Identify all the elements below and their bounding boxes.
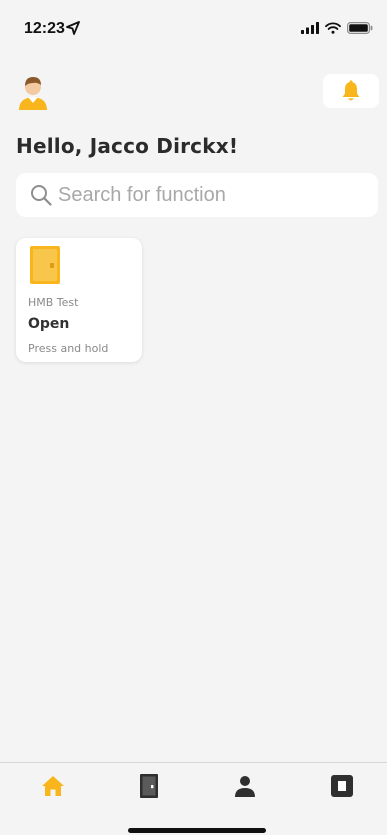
- door-icon: [30, 246, 60, 284]
- card-title: Open: [28, 316, 70, 332]
- battery-icon: [347, 22, 373, 34]
- notifications-button[interactable]: [323, 74, 379, 108]
- status-icons: [301, 22, 373, 34]
- wifi-icon: [325, 22, 341, 34]
- card-hint: Press and hold: [28, 342, 109, 355]
- bell-icon: [342, 80, 360, 101]
- search-icon: [31, 185, 52, 206]
- tab-doors[interactable]: [129, 769, 169, 803]
- function-card[interactable]: HMB Test Open Press and hold: [16, 238, 142, 362]
- greeting-title: Hello, Jacco Dirckx!: [16, 134, 239, 158]
- avatar[interactable]: [16, 72, 50, 110]
- card-subtitle: HMB Test: [28, 296, 79, 309]
- home-icon: [42, 776, 64, 796]
- tab-profile[interactable]: [225, 769, 265, 803]
- tab-more[interactable]: [322, 769, 362, 803]
- search-bar[interactable]: [16, 173, 378, 217]
- tab-home[interactable]: [33, 769, 73, 803]
- person-icon: [235, 776, 255, 797]
- door-icon: [140, 774, 158, 798]
- tab-bar: [0, 762, 387, 835]
- status-bar: 12:23: [0, 0, 387, 52]
- home-indicator: [128, 828, 266, 833]
- cellular-signal-icon: [301, 22, 319, 34]
- location-arrow-icon: [66, 21, 80, 35]
- status-time: 12:23: [24, 20, 65, 37]
- search-input[interactable]: [58, 183, 358, 207]
- square-icon: [331, 775, 353, 797]
